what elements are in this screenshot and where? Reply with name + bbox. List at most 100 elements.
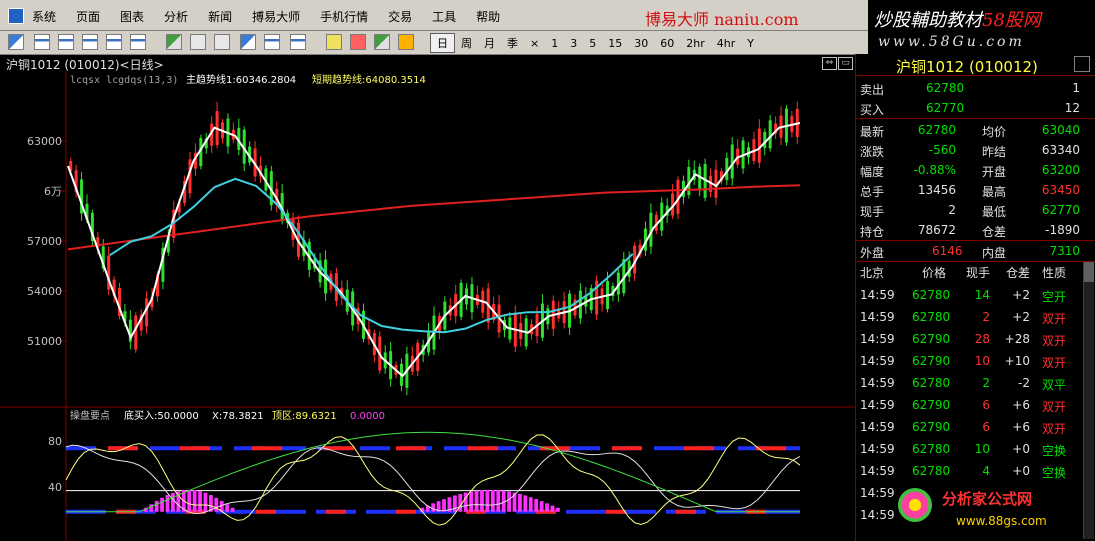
quote-stat-row: 最新 62780 均价 63040 xyxy=(860,123,1080,139)
home-icon[interactable] xyxy=(8,34,24,50)
refresh-icon[interactable] xyxy=(166,34,182,50)
bid-price: 62770 xyxy=(926,101,965,115)
period-3min[interactable]: 3 xyxy=(564,36,583,51)
sub-histogram-bar xyxy=(485,489,490,512)
bar-chart-icon[interactable] xyxy=(58,34,74,50)
menu-analysis[interactable]: 分析 xyxy=(164,8,188,25)
maximize-icon[interactable]: ▭ xyxy=(838,57,853,70)
period-month[interactable]: 月 xyxy=(478,34,501,52)
table-icon[interactable] xyxy=(106,34,122,50)
period-quarter[interactable]: 季 xyxy=(501,34,524,52)
menu-bar: 系统 页面 图表 分析 新闻 搏易大师 手机行情 交易 工具 帮助 博易大师 n… xyxy=(0,0,868,31)
period-day[interactable]: 日 xyxy=(430,33,455,53)
menu-tools[interactable]: 工具 xyxy=(432,8,456,25)
sub-histogram-bar xyxy=(556,507,560,512)
inner-volume: 7310 xyxy=(1049,244,1080,258)
window-icon[interactable] xyxy=(290,34,306,50)
tick-row: 14:59 62790 28 +28 双开 xyxy=(860,332,1067,348)
sub-histogram-bar xyxy=(523,495,528,512)
sub-histogram-bar xyxy=(539,501,544,512)
candle-body xyxy=(768,120,772,149)
menu-help[interactable]: 帮助 xyxy=(476,8,500,25)
period-5min[interactable]: 5 xyxy=(583,36,602,51)
watermark-banner: 炒股輔助教材58股网 www.58Gu.com xyxy=(868,0,1095,54)
list-icon[interactable] xyxy=(82,34,98,50)
sub-histogram-bar xyxy=(198,491,202,512)
menu-news[interactable]: 新闻 xyxy=(208,8,232,25)
period-close[interactable]: × xyxy=(524,36,545,51)
period-4hr[interactable]: 4hr xyxy=(711,36,742,51)
y-axis-label: 51000 xyxy=(27,335,62,348)
quote-panel: 沪铜1012 (010012) 卖出 62780 1 买入 62770 12 最… xyxy=(855,54,1095,541)
tick-row: 14:59 62780 14 +2 空开 xyxy=(860,288,1067,304)
menu-boyi-master[interactable]: 搏易大师 xyxy=(252,8,300,25)
line-chart-icon[interactable] xyxy=(34,34,50,50)
menu-trade[interactable]: 交易 xyxy=(388,8,412,25)
menu-page[interactable]: 页面 xyxy=(76,8,100,25)
indicator-icon[interactable] xyxy=(264,34,280,50)
menu-system[interactable]: 系统 xyxy=(32,8,56,25)
sub-histogram-bar xyxy=(496,490,501,512)
flash-icon[interactable] xyxy=(398,34,414,50)
sub-y-80: 80 xyxy=(48,435,62,448)
sub-top: 顶区:89.6321 xyxy=(272,410,337,422)
panel-toggle-icon[interactable] xyxy=(1074,56,1090,72)
period-selector: 日 周 月 季 × 1 3 5 15 30 60 2hr 4hr Y xyxy=(430,33,760,53)
kline-chart[interactable]: 63000 6万 57000 54000 51000 lcqsx lcgdqs(13,3… xyxy=(0,71,855,541)
sub-histogram-bar xyxy=(534,499,539,512)
restore-icon[interactable]: ⇔ xyxy=(822,57,837,70)
ask-price: 62780 xyxy=(926,81,965,95)
sub-histogram-bar xyxy=(431,503,436,512)
sub-histogram-bar xyxy=(480,490,484,512)
flower-logo-icon xyxy=(898,488,932,522)
sub-histogram-bar xyxy=(165,495,170,512)
period-1min[interactable]: 1 xyxy=(545,36,564,51)
y-axis-label: 6万 xyxy=(44,185,62,198)
sub-histogram-bar xyxy=(458,493,463,512)
quote-stat-row: 幅度 -0.88% 开盘 63200 xyxy=(860,163,1080,179)
sub-histogram-bar xyxy=(154,500,159,512)
scroll-thumb[interactable] xyxy=(1084,262,1094,282)
chart-bg xyxy=(0,71,855,541)
cursor-icon[interactable] xyxy=(240,34,256,50)
period-15min[interactable]: 15 xyxy=(602,36,628,51)
settings-icon[interactable] xyxy=(374,34,390,50)
sub-histogram-bar xyxy=(225,504,230,512)
bid-row: 买入 62770 12 xyxy=(860,101,1080,117)
f10-icon[interactable] xyxy=(130,34,146,50)
sub-histogram-bar xyxy=(149,504,154,512)
sub-histogram-bar xyxy=(490,489,495,512)
alarm-icon[interactable] xyxy=(350,34,366,50)
tick-row: 14:59 62790 10 +10 双开 xyxy=(860,354,1067,370)
draw-icon[interactable] xyxy=(326,34,342,50)
quote-stat-row: 持仓 78672 仓差 -1890 xyxy=(860,223,1080,239)
menu-chart[interactable]: 图表 xyxy=(120,8,144,25)
sub-histogram-bar xyxy=(518,493,522,512)
sub-histogram-bar xyxy=(474,490,479,512)
zoom-out-icon[interactable] xyxy=(214,34,230,50)
period-year[interactable]: Y xyxy=(741,36,760,51)
sub-y-40: 40 xyxy=(48,481,62,494)
outer-volume: 6146 xyxy=(932,244,963,258)
zoom-in-icon[interactable] xyxy=(190,34,206,50)
candle-body xyxy=(134,315,138,350)
period-60min[interactable]: 60 xyxy=(654,36,680,51)
quote-stat-row: 涨跌 -560 昨结 63340 xyxy=(860,143,1080,159)
sub-histogram-bar xyxy=(528,497,533,512)
sub-val: 0.0000 xyxy=(350,411,385,422)
legend-main: 主趋势线1:60346.2804 xyxy=(186,73,296,86)
tick-row: 14:59 62790 6 +6 双开 xyxy=(860,420,1067,436)
period-2hr[interactable]: 2hr xyxy=(680,36,711,51)
logo-url: www.88gs.com xyxy=(956,514,1047,528)
period-week[interactable]: 周 xyxy=(455,34,478,52)
sub-histogram-bar xyxy=(230,507,235,512)
banner-text-a: 炒股輔助教材 xyxy=(874,10,982,31)
sub-buy: 底买入:50.0000 xyxy=(124,409,199,422)
legend-prefix: lcqsx lcgdqs(13,3) xyxy=(70,75,178,86)
banner-url: www.58Gu.com xyxy=(878,34,1025,50)
menu-mobile-quotes[interactable]: 手机行情 xyxy=(320,8,368,25)
toolbar: 日 周 月 季 × 1 3 5 15 30 60 2hr 4hr Y xyxy=(0,31,868,55)
app-logo-icon xyxy=(8,8,24,24)
period-30min[interactable]: 30 xyxy=(628,36,654,51)
banner-text-b: 58股网 xyxy=(982,10,1041,31)
